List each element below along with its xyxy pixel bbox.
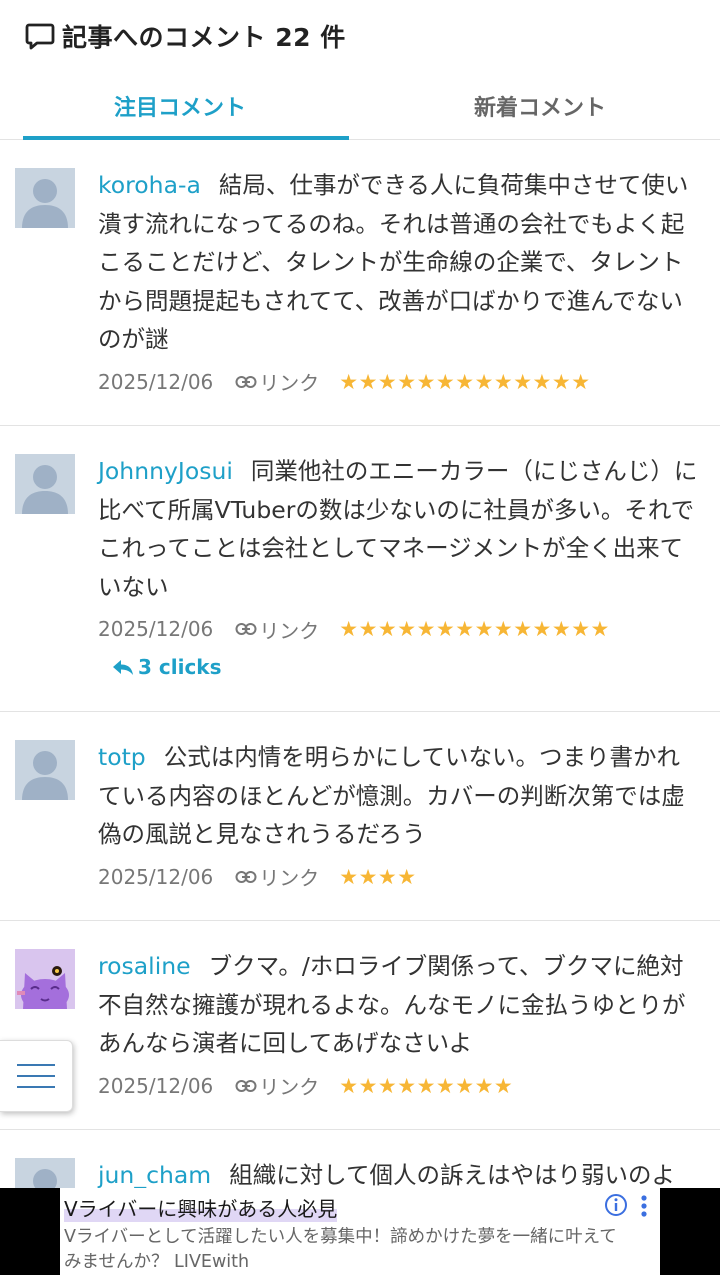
avatar[interactable] xyxy=(15,949,75,1009)
comment-item: totp 公式は内情を明らかにしていない。つまり書かれている内容のほとんどが憶測。… xyxy=(0,712,720,921)
comment-username[interactable]: totp xyxy=(98,743,146,771)
comment-tabs: 注目コメント 新着コメント xyxy=(0,72,720,140)
link-icon xyxy=(235,623,257,635)
comment-date: 2025/12/06 xyxy=(98,369,214,394)
user-silhouette-icon xyxy=(15,740,75,800)
comment-body: koroha-a 結局、仕事ができる人に負荷集中させて使い潰す流れになってるのね。… xyxy=(98,166,700,359)
comment-link[interactable]: リンク xyxy=(235,615,319,644)
comment-text: 公式は内情を明らかにしていない。つまり書かれている内容のほとんどが憶測。カバーの… xyxy=(98,743,685,848)
comments-header: 記事へのコメント 22 件 xyxy=(0,0,720,72)
ad-banner: Vライバーに興味がある人必見 Vライバーとして活躍したい人を募集中！諦めかけた夢… xyxy=(0,1188,720,1275)
comment-date: 2025/12/06 xyxy=(98,1073,214,1098)
comment-date: 2025/12/06 xyxy=(98,864,214,889)
star-rating: ★★★★★★★★★ xyxy=(339,1073,514,1098)
more-vertical-icon[interactable] xyxy=(640,1194,648,1218)
link-icon xyxy=(235,1079,257,1092)
link-label: リンク xyxy=(259,618,320,643)
avatar[interactable] xyxy=(15,168,75,228)
comment-text: 組織に対して個人の訴えはやはり弱いのよ xyxy=(229,1161,675,1189)
tab-featured[interactable]: 注目コメント xyxy=(0,72,360,139)
comment-meta: 2025/12/06 リンク ★★★★ xyxy=(98,859,700,895)
clicks-count: 3 clicks xyxy=(138,655,222,679)
comment-item: JohnnyJosui 同業他社のエニーカラー（にじさんじ）に比べて所属VTube… xyxy=(0,426,720,712)
clicks-button[interactable]: 3 clicks xyxy=(112,647,700,687)
comment-username[interactable]: JohnnyJosui xyxy=(98,457,233,485)
comment-list: koroha-a 結局、仕事ができる人に負荷集中させて使い潰す流れになってるのね。… xyxy=(0,140,720,1270)
comment-item: rosaline ブクマ。/ホロライブ関係って、ブクマに絶対不自然な擁護が現れるよ… xyxy=(0,921,720,1130)
link-label: リンク xyxy=(259,1075,320,1099)
link-label: リンク xyxy=(259,371,320,395)
link-label: リンク xyxy=(259,866,320,890)
link-icon xyxy=(235,375,257,388)
star-rating: ★★★★★★★★★★★★★★ xyxy=(339,617,610,641)
star-rating: ★★★★ xyxy=(339,864,417,889)
link-icon xyxy=(235,870,257,883)
comment-link[interactable]: リンク xyxy=(235,862,319,891)
avatar[interactable] xyxy=(15,740,75,800)
hamburger-menu-icon-line xyxy=(17,1075,55,1077)
ad-content[interactable]: Vライバーに興味がある人必見 Vライバーとして活躍したい人を募集中！諦めかけた夢… xyxy=(60,1188,660,1275)
comment-link[interactable]: リンク xyxy=(235,367,319,396)
comment-body: JohnnyJosui 同業他社のエニーカラー（にじさんじ）に比べて所属VTube… xyxy=(98,452,700,606)
cat-avatar-icon xyxy=(15,949,75,1009)
hamburger-menu-icon-line xyxy=(17,1086,55,1088)
comment-body: totp 公式は内情を明らかにしていない。つまり書かれている内容のほとんどが憶測。… xyxy=(98,738,700,854)
star-rating: ★★★★★★★★★★★★★ xyxy=(339,369,591,394)
comment-meta: 2025/12/06 リンク ★★★★★★★★★ xyxy=(98,1068,700,1104)
user-silhouette-icon xyxy=(15,168,75,228)
comments-title: 記事へのコメント 22 件 xyxy=(62,23,346,52)
comment-item: koroha-a 結局、仕事ができる人に負荷集中させて使い潰す流れになってるのね。… xyxy=(0,140,720,426)
comment-username[interactable]: jun_cham xyxy=(98,1161,211,1189)
comment-link[interactable]: リンク xyxy=(235,1071,319,1100)
comment-date: 2025/12/06 xyxy=(98,617,214,641)
comment-body: rosaline ブクマ。/ホロライブ関係って、ブクマに絶対不自然な擁護が現れるよ… xyxy=(98,947,700,1063)
comment-username[interactable]: rosaline xyxy=(98,952,191,980)
hamburger-menu-icon xyxy=(17,1064,55,1066)
info-icon[interactable] xyxy=(604,1193,628,1217)
comment-meta: 2025/12/06 リンク ★★★★★★★★★★★★★ xyxy=(98,364,700,400)
comment-meta: 2025/12/06 リンク ★★★★★★★★★★★★★★ xyxy=(98,611,700,647)
ad-body: Vライバーとして活躍したい人を募集中！諦めかけた夢を一緒に叶えてみませんか？ L… xyxy=(64,1227,617,1272)
tab-newest[interactable]: 新着コメント xyxy=(360,72,720,139)
avatar[interactable] xyxy=(15,454,75,514)
chat-bubble-icon xyxy=(25,23,55,50)
hamburger-menu-button[interactable] xyxy=(0,1040,73,1112)
user-silhouette-icon xyxy=(15,454,75,514)
ad-title: Vライバーに興味がある人必見 xyxy=(64,1193,338,1222)
comment-username[interactable]: koroha-a xyxy=(98,171,201,199)
reply-arrow-icon xyxy=(113,660,133,675)
